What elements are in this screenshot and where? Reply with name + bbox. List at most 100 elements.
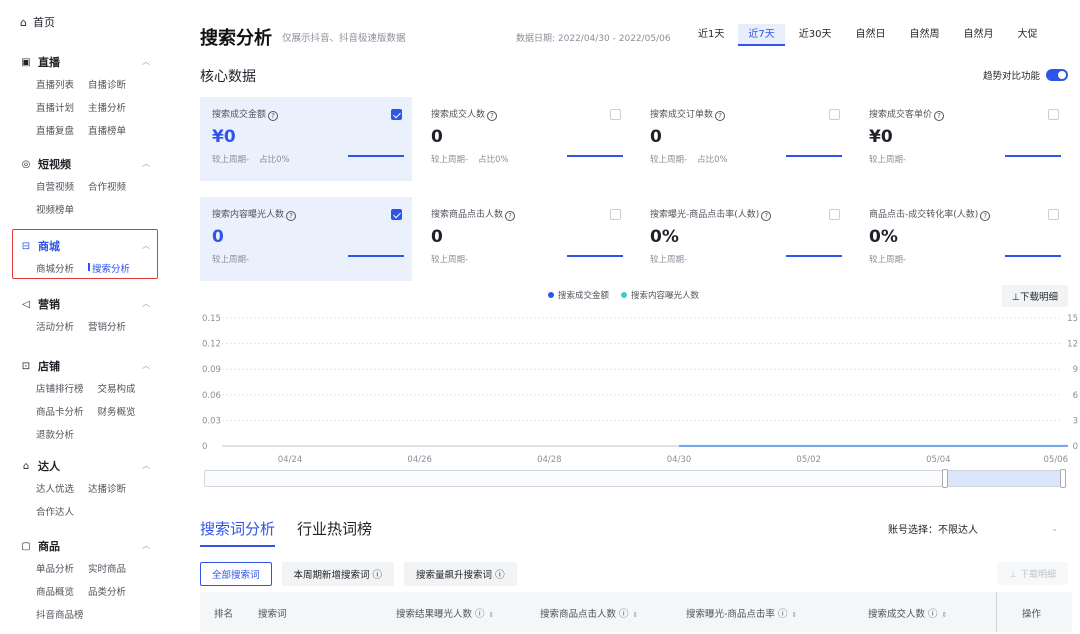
metric-checkbox[interactable] bbox=[610, 209, 621, 220]
metric-checkbox[interactable] bbox=[391, 209, 402, 220]
nav-home[interactable]: ⌂ 首页 bbox=[20, 14, 55, 30]
metric-compare: 较上周期- bbox=[431, 255, 469, 265]
legend-item[interactable]: 搜索成交金额 bbox=[548, 289, 609, 301]
tab-keyword-analysis[interactable]: 搜索词分析 bbox=[200, 518, 276, 547]
metric-checkbox[interactable] bbox=[1048, 209, 1059, 220]
chart-legend: 搜索成交金额 搜索内容曝光人数 bbox=[548, 289, 699, 301]
keyword-download-button[interactable]: ⊥ 下载明细 bbox=[997, 562, 1068, 585]
slider-handle-right[interactable] bbox=[1060, 469, 1066, 488]
home-icon: ⌂ bbox=[20, 15, 27, 29]
sidebar-item[interactable]: 直播列表 bbox=[36, 77, 74, 91]
help-icon[interactable]: ? bbox=[980, 211, 991, 221]
chevron-up-icon[interactable]: ︿ bbox=[142, 460, 150, 471]
sidebar-group-header[interactable]: ▣ 直播 ︿ bbox=[0, 52, 168, 72]
slider-handle-left[interactable] bbox=[942, 469, 948, 488]
help-icon[interactable]: ? bbox=[505, 211, 516, 221]
metric-checkbox[interactable] bbox=[1048, 109, 1059, 120]
sort-icon[interactable]: ⇕ bbox=[489, 611, 495, 619]
metric-card[interactable]: 搜索成交客单价? ¥0 较上周期- bbox=[857, 97, 1069, 181]
kw-tab-new[interactable]: 本周期新增搜索词 ⓘ bbox=[281, 562, 395, 586]
sort-icon[interactable]: ⇕ bbox=[633, 611, 639, 619]
help-icon[interactable]: ? bbox=[715, 111, 726, 121]
sidebar-item[interactable]: 直播复盘 bbox=[36, 123, 74, 137]
help-icon[interactable]: ? bbox=[268, 111, 279, 121]
sidebar-group-header[interactable]: ⊡ 店铺 ︿ bbox=[0, 356, 168, 376]
sidebar-item[interactable]: 活动分析 bbox=[36, 319, 74, 333]
sidebar-item[interactable]: 主播分析 bbox=[88, 100, 126, 114]
kw-tab-all[interactable]: 全部搜索词 bbox=[200, 562, 272, 586]
col-exposure[interactable]: 搜索结果曝光人数 ⓘ ⇕ bbox=[396, 606, 494, 620]
sidebar-item[interactable]: 达播诊断 bbox=[88, 481, 126, 495]
sidebar-group-header[interactable]: ⌂ 达人 ︿ bbox=[0, 456, 168, 476]
sidebar-item[interactable]: 单品分析 bbox=[36, 561, 74, 575]
col-buyers[interactable]: 搜索成交人数 ⓘ ⇕ bbox=[868, 606, 947, 620]
chevron-up-icon[interactable]: ︿ bbox=[142, 360, 150, 371]
chevron-up-icon[interactable]: ︿ bbox=[142, 56, 150, 67]
metric-checkbox[interactable] bbox=[829, 109, 840, 120]
help-icon[interactable]: ? bbox=[487, 111, 498, 121]
metric-compare: 较上周期- bbox=[869, 155, 907, 165]
chevron-up-icon[interactable]: ︿ bbox=[142, 158, 150, 169]
metric-card[interactable]: 商品点击-成交转化率(人数)? 0% 较上周期- bbox=[857, 197, 1069, 281]
col-keyword: 搜索词 bbox=[258, 609, 287, 620]
range-tab[interactable]: 自然周 bbox=[899, 24, 949, 46]
sidebar-item[interactable]: 商品卡分析 bbox=[36, 404, 84, 418]
chevron-up-icon[interactable]: ︿ bbox=[142, 298, 150, 309]
sidebar-item[interactable]: 财务概览 bbox=[98, 404, 136, 418]
main-content: 搜索分析 仅展示抖音、抖音极速版数据 数据日期: 2022/04/30 - 20… bbox=[168, 0, 1080, 634]
sidebar-item[interactable]: 交易构成 bbox=[98, 381, 136, 395]
sidebar-item[interactable]: 合作达人 bbox=[36, 504, 74, 518]
sidebar-row: 合作达人 bbox=[0, 499, 168, 522]
metric-card[interactable]: 搜索曝光-商品点击率(人数)? 0% 较上周期- bbox=[638, 197, 850, 281]
sidebar-item[interactable]: 营销分析 bbox=[88, 319, 126, 333]
metric-card[interactable]: 搜索成交人数? 0 较上周期- 占比0% bbox=[419, 97, 631, 181]
range-tab[interactable]: 自然月 bbox=[953, 24, 1003, 46]
range-tab[interactable]: 自然日 bbox=[845, 24, 895, 46]
sidebar-item[interactable]: 实时商品 bbox=[88, 561, 126, 575]
sort-icon[interactable]: ⇕ bbox=[942, 611, 948, 619]
sidebar-item[interactable]: 直播计划 bbox=[36, 100, 74, 114]
metric-card[interactable]: 搜索成交订单数? 0 较上周期- 占比0% bbox=[638, 97, 850, 181]
metric-checkbox[interactable] bbox=[391, 109, 402, 120]
metric-checkbox[interactable] bbox=[610, 109, 621, 120]
tab-industry-hot-words[interactable]: 行业热词榜 bbox=[297, 518, 372, 547]
trend-toggle[interactable] bbox=[1046, 69, 1068, 81]
sidebar-item[interactable]: 达人优选 bbox=[36, 481, 74, 495]
sidebar-item[interactable]: 商品概览 bbox=[36, 584, 74, 598]
sidebar-item[interactable]: 视频榜单 bbox=[36, 202, 74, 216]
legend-item[interactable]: 搜索内容曝光人数 bbox=[621, 289, 699, 301]
sidebar-item[interactable]: 品类分析 bbox=[88, 584, 126, 598]
sidebar-group-header[interactable]: ▢ 商品 ︿ bbox=[0, 536, 168, 556]
chart-range-slider[interactable] bbox=[204, 469, 1066, 488]
range-tab[interactable]: 近1天 bbox=[688, 24, 734, 46]
sort-icon[interactable]: ⇕ bbox=[791, 611, 797, 619]
sidebar-item[interactable]: 合作视频 bbox=[88, 179, 126, 193]
col-ctr[interactable]: 搜索曝光-商品点击率 ⓘ ⇕ bbox=[686, 606, 797, 620]
metric-checkbox[interactable] bbox=[829, 209, 840, 220]
sidebar-item[interactable]: 自播诊断 bbox=[88, 77, 126, 91]
kw-tab-surge[interactable]: 搜索量飙升搜索词 ⓘ bbox=[404, 562, 517, 586]
help-icon[interactable]: ? bbox=[286, 211, 297, 221]
range-tab[interactable]: 近7天 bbox=[738, 24, 785, 46]
sidebar-group-header[interactable]: ◎ 短视频 ︿ bbox=[0, 154, 168, 174]
sidebar-item[interactable]: 直播榜单 bbox=[88, 123, 126, 137]
sidebar-item[interactable]: 店铺排行榜 bbox=[36, 381, 84, 395]
date-range-label: 数据日期: 2022/04/30 - 2022/05/06 bbox=[516, 34, 671, 44]
help-icon[interactable]: ? bbox=[934, 111, 945, 121]
slider-selected-range[interactable] bbox=[945, 471, 1065, 486]
account-select[interactable]: 账号选择：不限达人 ⌄ bbox=[878, 516, 1068, 540]
help-icon[interactable]: ? bbox=[761, 211, 772, 221]
metric-card[interactable]: 搜索成交金额? ¥0 较上周期- 占比0% bbox=[200, 97, 412, 181]
trend-compare-label: 趋势对比功能 bbox=[982, 71, 1040, 82]
sidebar-item[interactable]: 抖音商品榜 bbox=[36, 607, 84, 621]
range-tab[interactable]: 近30天 bbox=[789, 24, 842, 46]
metric-card[interactable]: 搜索商品点击人数? 0 较上周期- bbox=[419, 197, 631, 281]
sidebar-item[interactable]: 退款分析 bbox=[36, 427, 74, 441]
range-tab[interactable]: 大促 bbox=[1007, 24, 1047, 46]
download-detail-button[interactable]: ⊥下载明细 bbox=[1001, 285, 1068, 307]
sidebar-group-header[interactable]: ◁ 营销 ︿ bbox=[0, 294, 168, 314]
sidebar-item[interactable]: 自营视频 bbox=[36, 179, 74, 193]
chevron-up-icon[interactable]: ︿ bbox=[142, 540, 150, 551]
metric-card[interactable]: 搜索内容曝光人数? 0 较上周期- bbox=[200, 197, 412, 281]
col-click[interactable]: 搜索商品点击人数 ⓘ ⇕ bbox=[540, 606, 638, 620]
